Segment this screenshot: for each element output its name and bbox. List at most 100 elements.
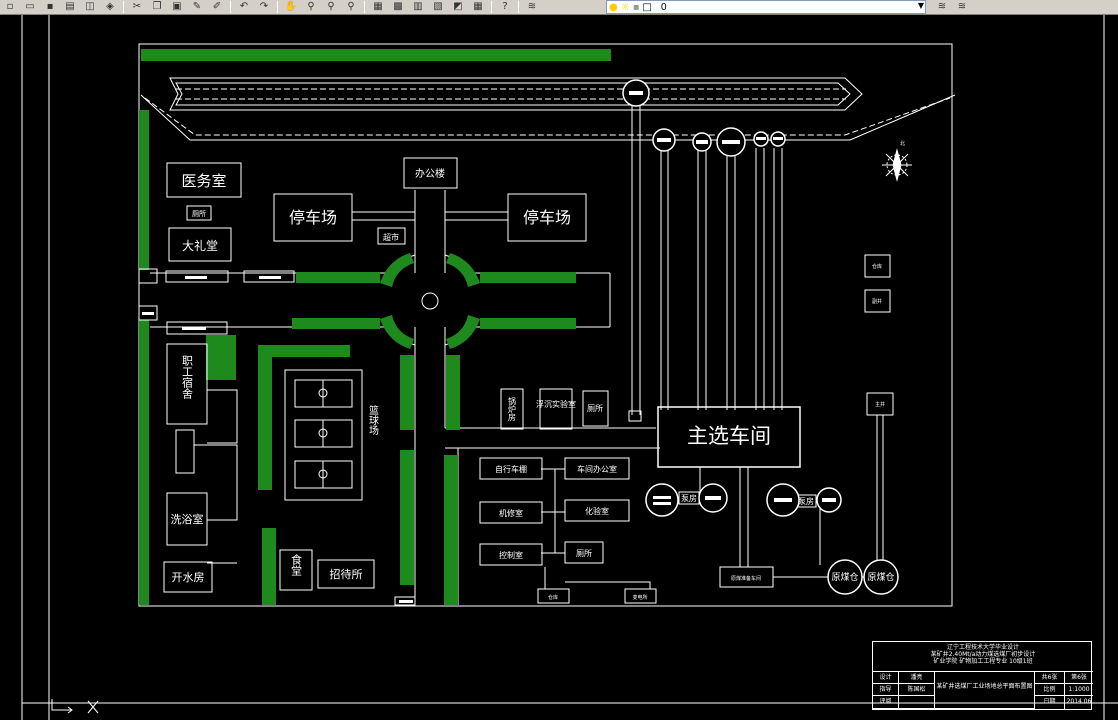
publish-icon[interactable]: ◈: [101, 0, 119, 14]
review-label: 评阅: [873, 696, 899, 709]
cut-icon[interactable]: ✂: [128, 0, 146, 14]
date-value: 2014.06: [1066, 698, 1092, 705]
pump1-label: 泵房: [681, 493, 697, 503]
chevron-down-icon[interactable]: ▼: [918, 1, 924, 10]
hedge: [446, 355, 460, 430]
sun-icon: ☼: [620, 1, 630, 13]
roundabout-trees: [380, 253, 480, 349]
undo-icon[interactable]: ↶: [235, 0, 253, 14]
water-label: 开水房: [172, 571, 205, 584]
layer-manager-icon[interactable]: ≋: [523, 0, 541, 14]
redo-icon[interactable]: ↷: [255, 0, 273, 14]
design-label: 设计: [873, 672, 899, 684]
guide-label: 指导: [873, 684, 899, 696]
dorm-label: 职工宿舍: [181, 355, 194, 400]
plot-icon[interactable]: ▤: [61, 0, 79, 14]
raw-coal1-label: 原煤仓: [831, 571, 858, 583]
repair-label: 机修室: [499, 508, 523, 518]
date-label: 日期: [1035, 696, 1065, 709]
toolpalette-icon[interactable]: ▥: [409, 0, 427, 14]
help-icon[interactable]: ?: [496, 0, 514, 14]
guesthouse-label: 招待所: [330, 567, 363, 581]
drawing-title: 某矿井选煤厂工业场地总平面布置图: [935, 672, 1035, 709]
warehouse-label: 仓库: [548, 594, 558, 601]
guide-name: 陈国松: [899, 684, 935, 696]
layer-previous-icon[interactable]: ≋: [933, 0, 951, 14]
save-icon[interactable]: ▪: [41, 0, 59, 14]
railway-tracks: [140, 77, 956, 141]
department: 矿业学院 矿物加工工程专业 10级1班: [933, 658, 1033, 665]
open-icon[interactable]: ▭: [21, 0, 39, 14]
parking-left-label: 停车场: [289, 208, 337, 227]
zoom-window-icon[interactable]: ⚲: [322, 0, 340, 14]
drawing-area[interactable]: 北 办公楼 停车场 停车场 医务室 厕所 大礼堂 超市 职工宿舍 篮球场 洗浴室…: [0, 15, 1118, 720]
chem-lab-label: 化验室: [585, 506, 609, 516]
canteen-label: 食堂: [290, 553, 303, 576]
hedge: [258, 345, 350, 357]
substation-label: 变电所: [632, 594, 647, 601]
hedge: [296, 272, 380, 283]
small-b-label: 副井: [872, 298, 882, 305]
matchprop-icon[interactable]: ✎: [188, 0, 206, 14]
tree-column-left: [139, 110, 149, 270]
hedge: [262, 528, 276, 605]
parking-right-label: 停车场: [523, 208, 571, 227]
toolbar-separator: [364, 1, 365, 13]
raw-prep-label: 原煤准备车间: [731, 575, 761, 582]
title-block: 辽宁工程技术大学毕业设计 某矿井2.40Mt/a动力煤选煤厂初步设计 矿业学院 …: [872, 641, 1093, 710]
hedge: [400, 450, 414, 585]
hedge: [292, 318, 380, 329]
pan-icon[interactable]: ✋: [282, 0, 300, 14]
main-plant-label: 主选车间: [687, 424, 771, 448]
toilet3-label: 厕所: [576, 548, 592, 558]
review-name: [899, 696, 935, 709]
designcenter-icon[interactable]: ▩: [389, 0, 407, 14]
clinic-label: 医务室: [181, 172, 226, 190]
sheetset-icon[interactable]: ▧: [429, 0, 447, 14]
hedge: [480, 272, 576, 283]
workshop-office-label: 车间办公室: [577, 464, 617, 474]
north-arrow-icon: [882, 148, 912, 182]
properties-icon[interactable]: ▦: [369, 0, 387, 14]
court-markings: [294, 379, 353, 489]
layer-dropdown[interactable]: ● ☼ ▪ □ 0 ▼: [606, 0, 926, 14]
boiler-label: 锅炉房: [508, 396, 517, 422]
sheet-number: 第6张: [1065, 672, 1093, 684]
hedge: [258, 357, 272, 490]
design-name: 潘亮: [899, 672, 935, 684]
toolbar-separator: [277, 1, 278, 13]
bike-shed-label: 自行车棚: [495, 464, 527, 474]
calculator-icon[interactable]: ▦: [469, 0, 487, 14]
sheet-count: 共6张: [1035, 672, 1065, 684]
new-icon[interactable]: ▫: [1, 0, 19, 14]
roundabout: [391, 254, 469, 346]
tree-row-top: [141, 49, 611, 61]
toolbar-separator: [518, 1, 519, 13]
hedge: [480, 318, 576, 329]
lightbulb-icon: ●: [609, 1, 618, 13]
hedge: [400, 355, 414, 430]
paste-icon[interactable]: ▣: [168, 0, 186, 14]
project-name: 某矿井2.40Mt/a动力煤选煤厂初步设计: [930, 651, 1036, 658]
zoom-previous-icon[interactable]: ⚲: [342, 0, 360, 14]
copy-icon[interactable]: ❐: [148, 0, 166, 14]
layer-tools: ≋ ≋: [932, 0, 972, 14]
blockeditor-icon[interactable]: ✐: [208, 0, 226, 14]
toolbar-separator: [230, 1, 231, 13]
raw-coal2-label: 原煤仓: [867, 571, 894, 583]
toolbar-separator: [123, 1, 124, 13]
title-block-header: 辽宁工程技术大学毕业设计 某矿井2.40Mt/a动力煤选煤厂初步设计 矿业学院 …: [873, 642, 1093, 672]
markup-icon[interactable]: ◩: [449, 0, 467, 14]
market-label: 超市: [383, 232, 399, 242]
ucs-icon: [51, 699, 99, 714]
silos: [622, 79, 786, 157]
layer-name: 0: [660, 1, 667, 13]
bath-label: 洗浴室: [171, 512, 204, 526]
flotation-lab: [539, 388, 573, 430]
zoom-realtime-icon[interactable]: ⚲: [302, 0, 320, 14]
small-a-label: 仓库: [872, 263, 882, 270]
preview-icon[interactable]: ◫: [81, 0, 99, 14]
basketball-label: 篮球场: [367, 404, 379, 436]
office-label: 办公楼: [415, 167, 445, 180]
layer-states-icon[interactable]: ≋: [953, 0, 971, 14]
